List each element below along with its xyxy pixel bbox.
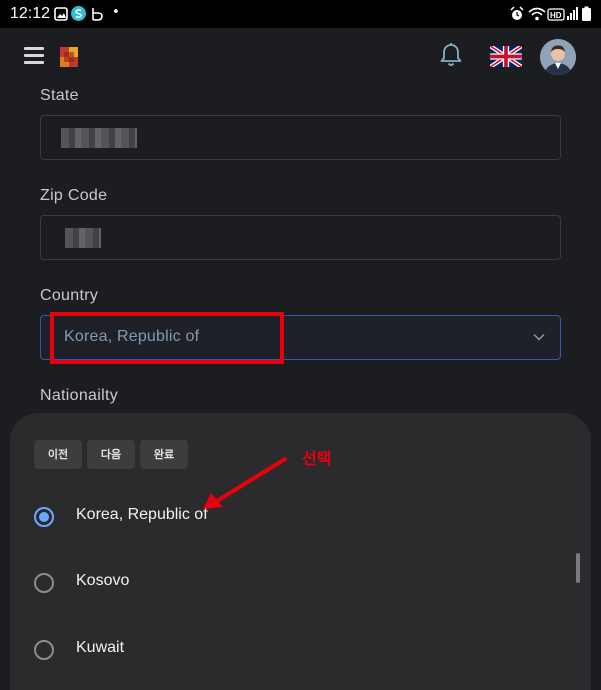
- state-field[interactable]: [40, 115, 561, 160]
- annotation-label: 선택: [302, 449, 332, 468]
- option-label: Korea, Republic of: [76, 506, 208, 523]
- svg-text:HD: HD: [550, 11, 562, 20]
- option-kosovo[interactable]: Kosovo: [10, 565, 570, 605]
- avatar-image: [540, 39, 576, 75]
- state-value-redacted: [61, 128, 137, 148]
- status-time: 12:12: [10, 5, 51, 22]
- app-header: [0, 28, 601, 90]
- radio-selected: [34, 507, 54, 527]
- app-logo[interactable]: [60, 47, 78, 67]
- country-picker-sheet: 이전 다음 완료 Korea, Republic of Kosovo Kuwai…: [10, 413, 591, 690]
- status-right-icons: HD: [510, 6, 591, 21]
- zip-value-redacted: [65, 228, 101, 248]
- bell-icon[interactable]: [439, 42, 463, 68]
- status-bar: 12:12 • HD: [0, 0, 601, 28]
- gallery-icon: [54, 7, 68, 21]
- alarm-icon: [510, 6, 524, 20]
- country-label: Country: [40, 287, 99, 304]
- battery-icon: [582, 6, 591, 21]
- state-label: State: [40, 87, 79, 104]
- signal-icon: [567, 7, 578, 20]
- prev-button[interactable]: 이전: [34, 440, 82, 469]
- zip-code-label: Zip Code: [40, 187, 108, 204]
- user-avatar[interactable]: [540, 39, 576, 75]
- uk-flag-icon[interactable]: [490, 46, 522, 67]
- option-label: Kosovo: [76, 572, 130, 589]
- s-app-icon: [71, 6, 86, 21]
- nationality-label: Nationailty: [40, 387, 119, 404]
- hamburger-icon[interactable]: [24, 47, 44, 65]
- option-kuwait[interactable]: Kuwait: [10, 632, 570, 672]
- b-app-icon: [92, 8, 103, 21]
- annotation-highlight-box: [50, 312, 284, 364]
- hd-icon: HD: [547, 8, 565, 21]
- annotation-arrow-icon: [203, 457, 287, 509]
- status-dot: •: [112, 5, 120, 20]
- chevron-down-icon: [533, 333, 545, 341]
- wifi-icon: [528, 7, 546, 21]
- next-button[interactable]: 다음: [87, 440, 135, 469]
- zip-code-field[interactable]: [40, 215, 561, 260]
- option-label: Kuwait: [76, 639, 125, 656]
- radio-unselected: [34, 573, 54, 593]
- picker-scrollbar[interactable]: [576, 553, 580, 583]
- radio-unselected: [34, 640, 54, 660]
- done-button[interactable]: 완료: [140, 440, 188, 469]
